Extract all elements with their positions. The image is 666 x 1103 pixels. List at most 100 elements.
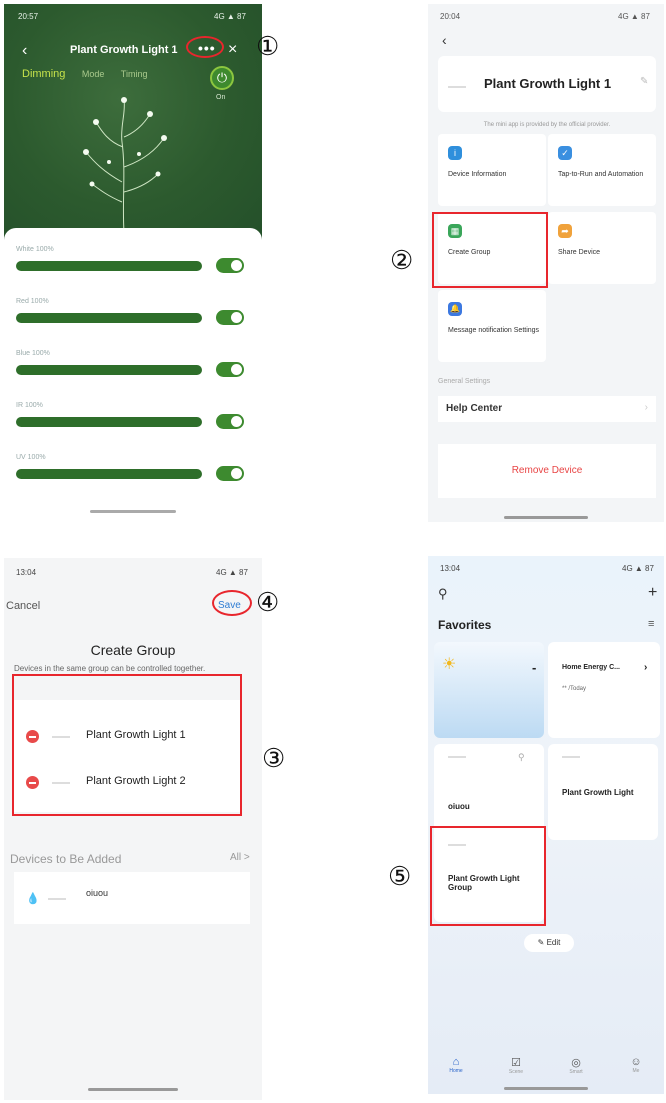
tile-label: Device Information (448, 171, 507, 178)
bell-icon: 🔔 (448, 302, 462, 316)
tab-timing[interactable]: Timing (121, 69, 148, 79)
status-time: 20:57 (18, 12, 39, 21)
tab-scene[interactable]: ☑ Scene (496, 1056, 536, 1075)
tab-label: Smart (569, 1069, 583, 1075)
device-name: oiuou (86, 888, 109, 898)
status-time: 20:04 (440, 12, 461, 21)
callout-3: ③ (262, 744, 286, 774)
edit-icon[interactable]: ✎ (640, 76, 648, 87)
tile-label: Share Device (558, 249, 601, 256)
channel-toggle[interactable] (216, 414, 244, 429)
tab-home[interactable]: ⌂ Home (436, 1056, 476, 1074)
status-icons: 4G ▲ 87 (618, 12, 650, 21)
favorites-title: Favorites (438, 618, 492, 632)
slider-ir: IR 100% (16, 402, 252, 438)
home-icon: ⌂ (452, 1056, 460, 1068)
highlight-group-card (430, 826, 546, 926)
channel-toggle[interactable] (216, 466, 244, 481)
device-name-card[interactable]: Plant Growth Light 1 ✎ (438, 56, 656, 112)
help-center-row[interactable]: Help Center › (438, 396, 656, 422)
tile-message-notification[interactable]: 🔔 Message notification Settings (438, 290, 546, 362)
slider-label: UV 100% (16, 454, 46, 461)
device-name: oiuou (448, 802, 470, 811)
home-indicator[interactable] (88, 1088, 178, 1091)
status-time: 13:04 (440, 564, 461, 573)
help-center-label: Help Center (446, 403, 503, 414)
brightness-slider[interactable] (16, 261, 202, 271)
channel-toggle[interactable] (216, 362, 244, 377)
device-thumbnail (562, 756, 580, 758)
highlight-create-group (432, 212, 548, 288)
menu-icon[interactable]: ≡ (648, 618, 654, 630)
home-indicator[interactable] (504, 516, 588, 519)
mode-tabs: Dimming Mode Timing (22, 68, 161, 80)
light-control-screen: 20:57 4G ▲ 87 ‹ Plant Growth Light 1 •••… (4, 4, 262, 516)
device-title: Plant Growth Light 1 (484, 76, 612, 91)
brightness-slider[interactable] (16, 469, 202, 479)
channel-toggle[interactable] (216, 258, 244, 273)
weather-value: - (532, 660, 537, 675)
power-label: On (216, 94, 226, 101)
tile-share-device[interactable]: ➦ Share Device (548, 212, 656, 284)
tile-label: Message notification Settings (448, 327, 540, 334)
cancel-button[interactable]: Cancel (6, 600, 40, 612)
brightness-slider[interactable] (16, 365, 202, 375)
status-icons: 4G ▲ 87 (216, 568, 248, 577)
tab-dimming[interactable]: Dimming (22, 68, 65, 80)
remove-device-button[interactable]: Remove Device (438, 444, 656, 498)
back-icon[interactable]: ‹ (442, 32, 447, 48)
chevron-right-icon: › (644, 662, 648, 673)
plant-illustration (83, 97, 167, 232)
edit-button[interactable]: ✎ Edit (524, 934, 574, 952)
callout-5: ⑤ (388, 862, 412, 892)
device-thumbnail (448, 86, 466, 88)
close-icon[interactable]: × (228, 41, 237, 59)
device-title: Plant Growth Light 1 (70, 44, 178, 56)
energy-title: Home Energy C... (562, 664, 620, 671)
callout-1: ① (256, 32, 280, 62)
weather-card[interactable]: ☀ - (434, 642, 544, 738)
callout-4: ④ (256, 588, 280, 618)
device-thumbnail (448, 756, 466, 758)
device-card-plant-growth-light[interactable]: Plant Growth Light (548, 744, 658, 840)
callout-2: ② (390, 246, 414, 276)
power-icon[interactable]: ⏻ (210, 66, 234, 90)
all-link[interactable]: All > (230, 852, 250, 863)
slider-red: Red 100% (16, 298, 252, 334)
device-thumbnail (48, 898, 66, 900)
scene-icon: ☑ (511, 1057, 521, 1069)
back-icon[interactable]: ‹ (22, 42, 27, 60)
highlight-members (12, 674, 242, 816)
status-icons: 4G ▲ 87 (214, 12, 246, 21)
check-icon: ✓ (558, 146, 572, 160)
section-general-settings: General Settings (438, 378, 491, 385)
brightness-slider[interactable] (16, 417, 202, 427)
highlight-save (212, 590, 252, 616)
bulb-icon: ⚲ (518, 752, 525, 762)
home-screen: 13:04 4G ▲ 87 ⚲ + Favorites ≡ ☀ - Home E… (428, 556, 664, 1094)
home-indicator[interactable] (504, 1087, 588, 1090)
channel-toggle[interactable] (216, 310, 244, 325)
add-icon[interactable]: + (648, 584, 657, 602)
edit-label: Edit (546, 938, 561, 947)
list-item[interactable]: 💧 oiuou (14, 872, 250, 924)
tab-label: Home (449, 1068, 463, 1074)
tab-me[interactable]: ☺ Me (616, 1056, 656, 1074)
page-title: Create Group (90, 642, 176, 658)
slider-label: IR 100% (16, 402, 43, 409)
tab-mode[interactable]: Mode (82, 69, 105, 79)
home-indicator[interactable] (90, 510, 176, 513)
status-time: 13:04 (16, 568, 37, 577)
section-devices-to-add: Devices to Be Added (10, 852, 122, 866)
slider-label: Red 100% (16, 298, 49, 305)
tab-smart[interactable]: ◎ Smart (556, 1056, 596, 1075)
chevron-right-icon: › (644, 402, 648, 413)
person-icon[interactable]: ⚲ (438, 586, 448, 602)
energy-card[interactable]: Home Energy C... › ** /Today (548, 642, 660, 738)
tile-tap-to-run[interactable]: ✓ Tap-to-Run and Automation (548, 134, 656, 206)
slider-label: White 100% (16, 246, 54, 253)
tile-device-information[interactable]: i Device Information (438, 134, 546, 206)
highlight-more (186, 36, 224, 58)
brightness-slider[interactable] (16, 313, 202, 323)
device-name: Plant Growth Light (562, 788, 634, 797)
